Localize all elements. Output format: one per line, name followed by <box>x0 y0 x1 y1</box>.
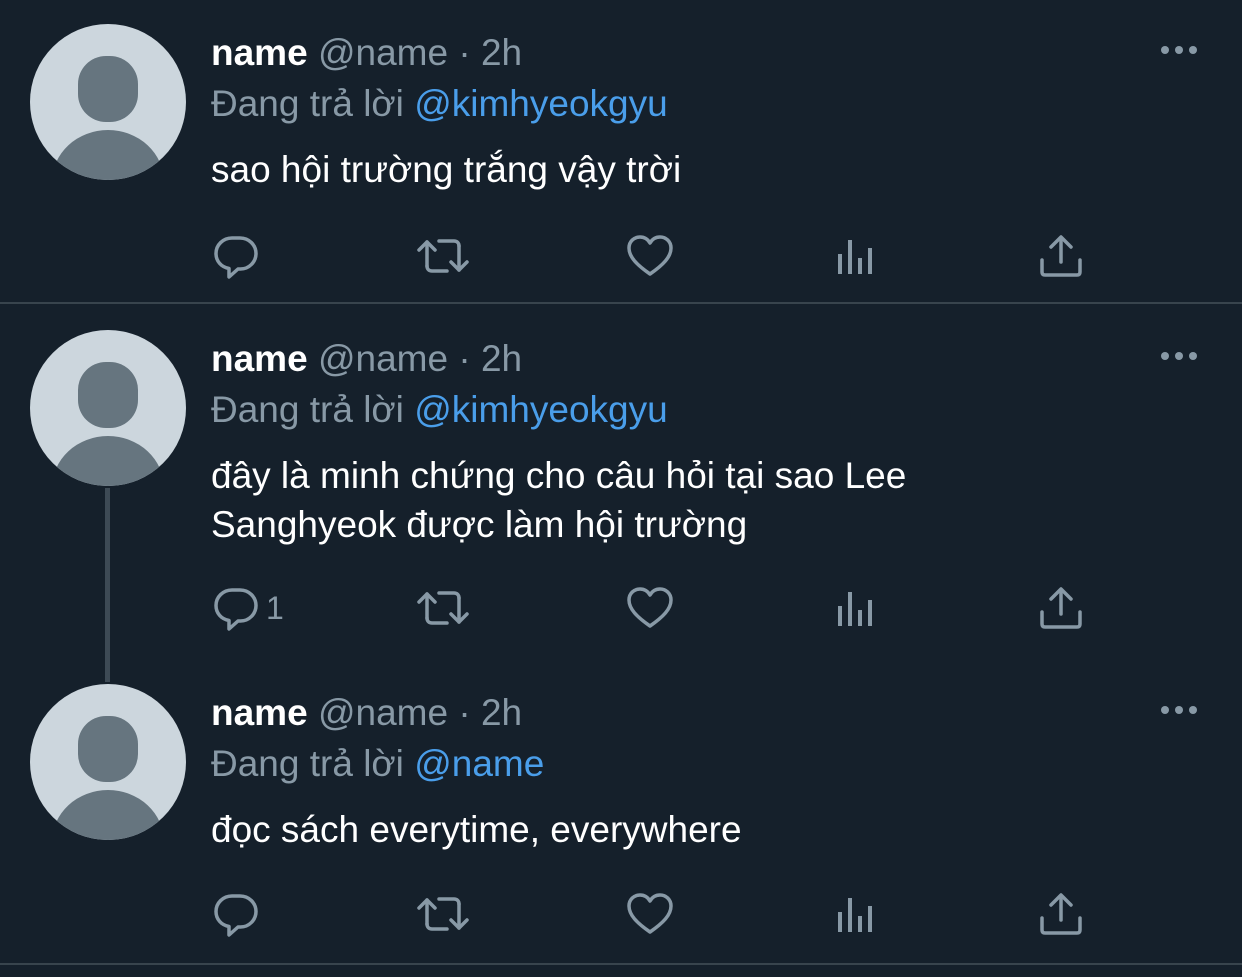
tweet-header: name @name · 2h <box>211 337 522 381</box>
share-button[interactable] <box>1038 578 1084 638</box>
share-icon <box>1040 235 1082 277</box>
timestamp[interactable]: 2h <box>481 338 522 379</box>
retweet-button[interactable] <box>415 578 471 638</box>
replying-to: Đang trả lời @kimhyeokgyu <box>211 388 668 432</box>
share-icon <box>1040 587 1082 629</box>
retweet-icon <box>417 897 469 931</box>
more-icon <box>1161 352 1197 360</box>
user-handle[interactable]: @name <box>318 338 448 379</box>
replying-to: Đang trả lời @name <box>211 742 544 786</box>
heart-icon <box>627 235 673 276</box>
replying-to-label: Đang trả lời <box>211 83 404 124</box>
replying-to-label: Đang trả lời <box>211 743 404 784</box>
replying-to-label: Đang trả lời <box>211 389 404 430</box>
like-button[interactable] <box>625 884 675 944</box>
replying-to: Đang trả lời @kimhyeokgyu <box>211 82 668 126</box>
heart-icon <box>627 587 673 628</box>
tweet-header: name @name · 2h <box>211 31 522 75</box>
like-button[interactable] <box>625 226 675 286</box>
default-avatar-icon <box>52 362 164 486</box>
more-icon <box>1161 46 1197 54</box>
mention-link[interactable]: @kimhyeokgyu <box>414 83 668 124</box>
more-options-button[interactable] <box>1158 40 1202 60</box>
timestamp[interactable]: 2h <box>481 692 522 733</box>
separator-dot: · <box>458 32 471 73</box>
reply-icon <box>214 894 258 937</box>
action-bar: 1 <box>200 578 1100 638</box>
more-icon <box>1161 706 1197 714</box>
default-avatar-icon <box>52 56 164 180</box>
user-handle[interactable]: @name <box>318 692 448 733</box>
views-button[interactable] <box>834 884 878 944</box>
action-bar <box>200 226 1100 286</box>
reply-icon <box>214 236 258 279</box>
retweet-button[interactable] <box>415 226 471 286</box>
tweet-text: đọc sách everytime, everywhere <box>211 809 742 850</box>
views-button[interactable] <box>834 578 878 638</box>
views-button[interactable] <box>834 226 878 286</box>
tweet-header: name @name · 2h <box>211 691 522 735</box>
mention-link[interactable]: @name <box>414 743 544 784</box>
heart-icon <box>627 893 673 934</box>
retweet-icon <box>417 239 469 273</box>
reply-icon <box>214 588 258 631</box>
user-handle[interactable]: @name <box>318 32 448 73</box>
display-name[interactable]: name <box>211 32 308 73</box>
tweet-text: sao hội trường trắng vậy trời <box>211 149 682 190</box>
reply-count: 1 <box>266 589 284 626</box>
avatar[interactable] <box>30 24 186 180</box>
views-icon <box>838 592 872 626</box>
views-icon <box>838 898 872 932</box>
mention-link[interactable]: @kimhyeokgyu <box>414 389 668 430</box>
more-options-button[interactable] <box>1158 700 1202 720</box>
timestamp[interactable]: 2h <box>481 32 522 73</box>
action-bar <box>200 884 1100 944</box>
thread-connector-line <box>105 488 110 682</box>
avatar[interactable] <box>30 684 186 840</box>
share-button[interactable] <box>1038 226 1084 286</box>
tweet-divider <box>0 963 1242 965</box>
reply-button[interactable] <box>212 884 266 944</box>
tweet-divider <box>0 302 1242 304</box>
retweet-icon <box>417 591 469 625</box>
reply-button[interactable]: 1 <box>212 578 284 638</box>
display-name[interactable]: name <box>211 692 308 733</box>
avatar[interactable] <box>30 330 186 486</box>
separator-dot: · <box>458 338 471 379</box>
reply-button[interactable] <box>212 226 266 286</box>
default-avatar-icon <box>52 716 164 840</box>
tweet-text: đây là minh chứng cho câu hỏi tại sao Le… <box>211 455 907 545</box>
share-icon <box>1040 893 1082 935</box>
display-name[interactable]: name <box>211 338 308 379</box>
separator-dot: · <box>458 692 471 733</box>
views-icon <box>838 240 872 274</box>
more-options-button[interactable] <box>1158 346 1202 366</box>
share-button[interactable] <box>1038 884 1084 944</box>
retweet-button[interactable] <box>415 884 471 944</box>
like-button[interactable] <box>625 578 675 638</box>
